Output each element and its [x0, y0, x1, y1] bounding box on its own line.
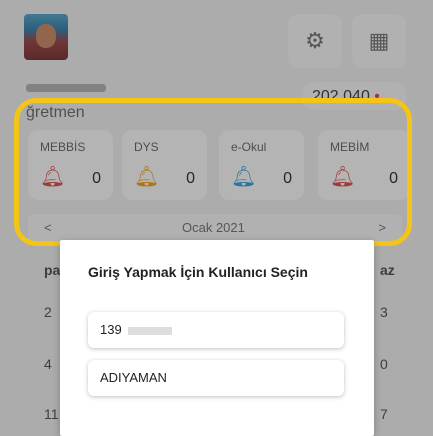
- user-option-label: 139: [100, 322, 122, 337]
- user-option-label: ADIYAMAN: [100, 370, 167, 385]
- highlight-box: [14, 98, 412, 246]
- dialog-title: Giriş Yapmak İçin Kullanıcı Seçin: [88, 264, 308, 280]
- user-select-dialog: Giriş Yapmak İçin Kullanıcı Seçin 139 AD…: [60, 240, 374, 436]
- redacted-digits: [127, 326, 172, 335]
- user-option-2[interactable]: ADIYAMAN: [88, 360, 344, 396]
- user-option-1[interactable]: 139: [88, 312, 344, 348]
